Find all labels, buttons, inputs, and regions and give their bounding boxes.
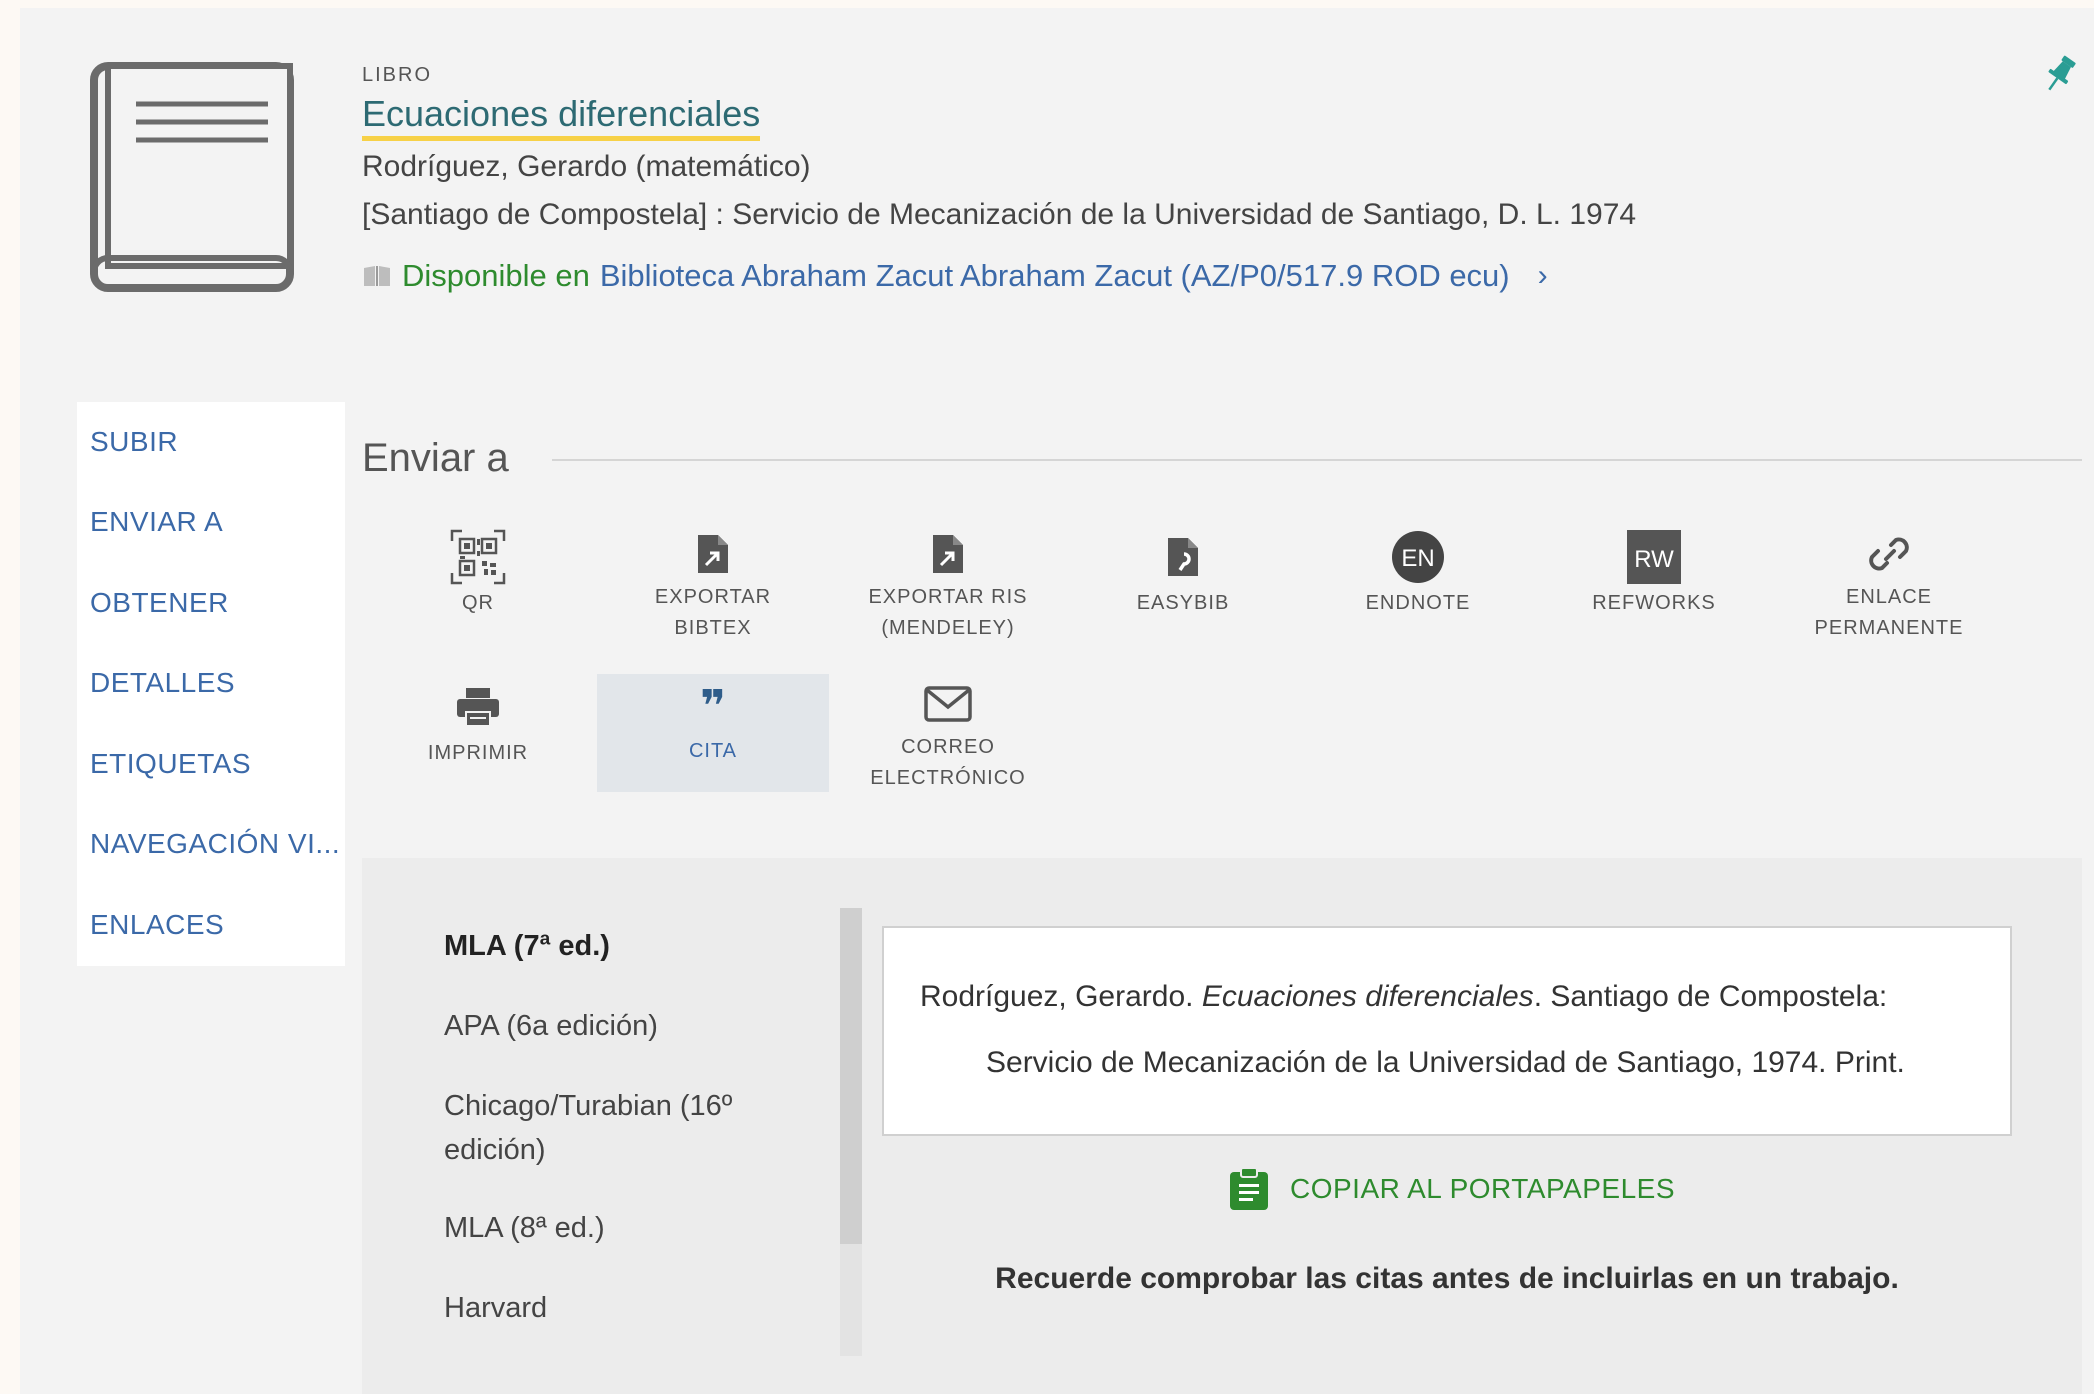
qr-button[interactable]: QR (362, 526, 594, 644)
citation-text-box[interactable]: Rodríguez, Gerardo. Ecuaciones diferenci… (882, 926, 2012, 1136)
endnote-icon: EN (1392, 531, 1444, 583)
style-list-scrollbar[interactable] (840, 908, 862, 1356)
export-ris-label: EXPORTAR RIS (MENDELEY) (868, 586, 1028, 639)
easybib-icon (1168, 538, 1198, 576)
easybib-button[interactable]: EASYBIB (1067, 526, 1299, 644)
nav-item-enlaces[interactable]: ENLACES (90, 909, 224, 941)
pin-icon[interactable] (2042, 52, 2078, 96)
file-export-icon (698, 535, 728, 573)
cite-label: CITA (688, 740, 738, 762)
nav-item-enviar-a[interactable]: ENVIAR A (90, 506, 223, 538)
nav-item-obtener[interactable]: OBTENER (90, 587, 229, 619)
endnote-button[interactable]: EN ENDNOTE (1302, 526, 1534, 644)
nav-item-detalles[interactable]: DETALLES (90, 667, 235, 699)
export-bibtex-label: EXPORTAR BIBTEX (654, 586, 772, 639)
scrollbar-thumb[interactable] (840, 908, 862, 1244)
print-button[interactable]: IMPRIMIR (362, 676, 594, 794)
export-ris-button[interactable]: EXPORTAR RIS (MENDELEY) (832, 526, 1064, 644)
record-title-link[interactable]: Ecuaciones diferenciales (362, 92, 761, 141)
citation-panel: MLA (7ª ed.) APA (6a edición) Chicago/Tu… (362, 858, 2082, 1394)
availability-location-link[interactable]: Biblioteca Abraham Zacut Abraham Zacut (… (600, 258, 1510, 294)
refworks-icon: RW (1627, 530, 1681, 584)
availability-status: Disponible en (402, 258, 590, 293)
permalink-label: ENLACE PERMANENTE (1814, 586, 1964, 639)
printer-icon (457, 688, 499, 727)
book-cover-icon (90, 62, 294, 292)
file-export-icon (933, 535, 963, 573)
citation-style-apa6[interactable]: APA (6a edición) (444, 1004, 774, 1048)
email-label: CORREO ELECTRÓNICO (870, 736, 1026, 789)
clipboard-icon (1230, 1167, 1268, 1210)
qr-code-icon (450, 529, 506, 585)
nav-item-navegacion-virtual[interactable]: NAVEGACIÓN VI... (90, 828, 340, 860)
page: LIBRO Ecuaciones diferenciales Rodríguez… (20, 8, 2094, 1394)
availability-line[interactable]: Disponible en Biblioteca Abraham Zacut A… (362, 258, 1548, 294)
citation-reminder: Recuerde comprobar las citas antes de in… (995, 1262, 1899, 1295)
citation-place: . Santiago de Compostela: (1533, 980, 1888, 1013)
citation-title: Ecuaciones diferenciales (1201, 980, 1534, 1013)
export-bibtex-button[interactable]: EXPORTAR BIBTEX (597, 526, 829, 644)
copy-to-clipboard-label: COPIAR AL PORTAPAPELES (1290, 1173, 1675, 1204)
citation-author: Rodríguez, Gerardo. (920, 980, 1202, 1013)
easybib-label: EASYBIB (1136, 592, 1230, 614)
qr-label: QR (462, 592, 494, 614)
citation-style-chicago[interactable]: Chicago/Turabian (16º edición) (444, 1084, 774, 1172)
section-nav: SUBIR ENVIAR A OBTENER DETALLES ETIQUETA… (77, 402, 345, 966)
cite-button[interactable]: ❞ CITA (597, 674, 829, 792)
record-publication: [Santiago de Compostela] : Servicio de M… (362, 198, 1637, 231)
print-label: IMPRIMIR (427, 742, 529, 764)
citation-line-1: Rodríguez, Gerardo. Ecuaciones diferenci… (920, 980, 1887, 1014)
refworks-badge: RW (1634, 546, 1674, 573)
section-divider (552, 459, 2082, 461)
refworks-button[interactable]: RW REFWORKS (1538, 526, 1770, 644)
send-to-heading: Enviar a (362, 436, 509, 480)
nav-item-subir[interactable]: SUBIR (90, 426, 178, 458)
book-open-icon (364, 266, 390, 286)
endnote-label: ENDNOTE (1365, 592, 1471, 614)
envelope-icon (924, 686, 972, 722)
link-icon (1869, 537, 1909, 571)
email-button[interactable]: CORREO ELECTRÓNICO (832, 676, 1064, 794)
endnote-badge: EN (1401, 545, 1434, 572)
record-type: LIBRO (362, 64, 433, 86)
quote-icon: ❞ (700, 682, 726, 731)
citation-style-harvard[interactable]: Harvard (444, 1286, 774, 1330)
citation-style-mla8[interactable]: MLA (8ª ed.) (444, 1206, 774, 1250)
copy-to-clipboard-button[interactable]: COPIAR AL PORTAPAPELES (1228, 1166, 1675, 1212)
permalink-button[interactable]: ENLACE PERMANENTE (1773, 526, 2005, 644)
refworks-label: REFWORKS (1592, 592, 1716, 614)
citation-style-mla7[interactable]: MLA (7ª ed.) (444, 924, 774, 968)
record-author: Rodríguez, Gerardo (matemático) (362, 150, 811, 183)
chevron-right-icon[interactable]: › (1538, 259, 1548, 293)
nav-item-etiquetas[interactable]: ETIQUETAS (90, 748, 251, 780)
citation-line-2: Servicio de Mecanización de la Universid… (986, 1046, 1905, 1079)
